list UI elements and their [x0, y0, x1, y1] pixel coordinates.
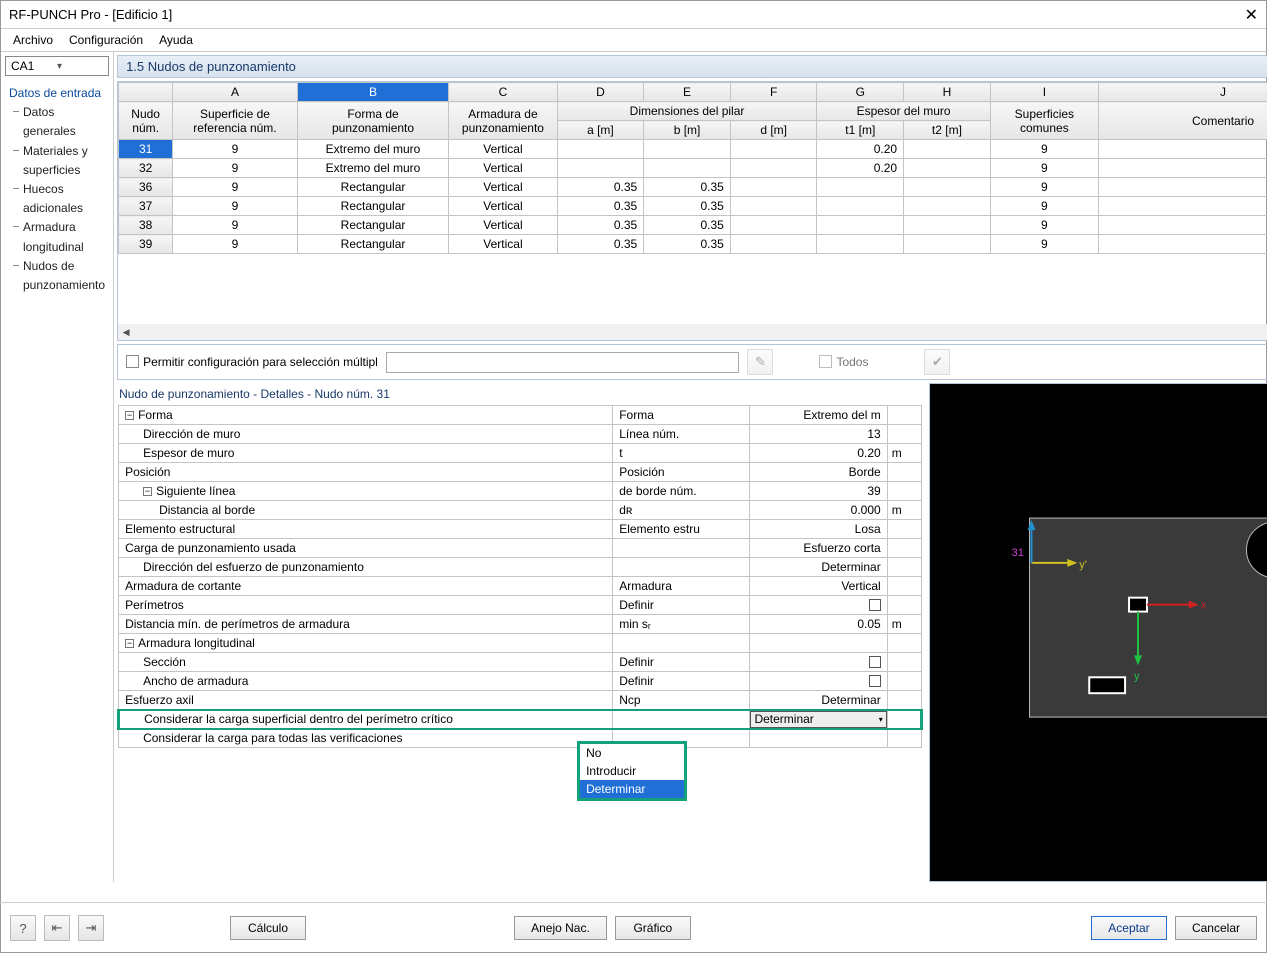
- detail-row[interactable]: Considerar la carga para todas las verif…: [119, 729, 922, 748]
- dropdown-option[interactable]: Determinar: [580, 780, 684, 798]
- aceptar-button[interactable]: Aceptar: [1091, 916, 1167, 940]
- detail-row[interactable]: −FormaFormaExtremo del m: [119, 406, 922, 425]
- detail-row[interactable]: SecciónDefinir: [119, 653, 922, 672]
- details-table[interactable]: −FormaFormaExtremo del mDirección de mur…: [117, 405, 923, 748]
- determinar-dropdown-list[interactable]: NoIntroducirDeterminar: [577, 741, 687, 801]
- dropdown-option[interactable]: No: [580, 744, 684, 762]
- todos-checkbox[interactable]: Todos: [819, 355, 868, 369]
- nav-tree: Datos de entrada Datos generales Materia…: [1, 80, 113, 299]
- import-icon[interactable]: ⇤: [44, 915, 70, 941]
- svg-text:y': y': [1079, 559, 1087, 571]
- window-title: RF-PUNCH Pro - [Edificio 1]: [9, 7, 1245, 22]
- tree-item-huecos[interactable]: Huecos adicionales: [9, 180, 105, 218]
- detail-row[interactable]: Ancho de armaduraDefinir: [119, 672, 922, 691]
- dropdown-option[interactable]: Introducir: [580, 762, 684, 780]
- check-icon: ✔: [924, 349, 950, 375]
- tree-item-nudos[interactable]: Nudos de punzonamiento: [9, 257, 105, 295]
- tree-root[interactable]: Datos de entrada: [9, 84, 105, 103]
- table-row[interactable]: 369RectangularVertical0.350.359: [119, 178, 1267, 197]
- preview-panel[interactable]: x y y' 31 👁 ⤢: [929, 383, 1267, 882]
- tree-item-armadura-long[interactable]: Armadura longitudinal: [9, 218, 105, 256]
- svg-text:31: 31: [1012, 547, 1024, 559]
- menu-config[interactable]: Configuración: [69, 33, 143, 47]
- determinar-dropdown[interactable]: Determinar▾: [750, 711, 886, 728]
- detail-row[interactable]: Espesor de murot0.20m: [119, 444, 922, 463]
- detail-row[interactable]: Dirección de muroLínea núm.13: [119, 425, 922, 444]
- detail-row[interactable]: −Armadura longitudinal: [119, 634, 922, 653]
- detail-row[interactable]: Considerar la carga superficial dentro d…: [119, 710, 922, 729]
- details-title: Nudo de punzonamiento - Detalles - Nudo …: [117, 383, 923, 405]
- export-icon[interactable]: ⇥: [78, 915, 104, 941]
- scroll-left-icon[interactable]: ◀: [118, 324, 134, 340]
- detail-row[interactable]: Dirección del esfuerzo de punzonamientoD…: [119, 558, 922, 577]
- detail-row[interactable]: Armadura de cortanteArmaduraVertical: [119, 577, 922, 596]
- window-close-button[interactable]: ✕: [1245, 5, 1258, 25]
- table-row[interactable]: 389RectangularVertical0.350.359: [119, 216, 1267, 235]
- detail-row[interactable]: Distancia al bordedʀ0.000m: [119, 501, 922, 520]
- main-table[interactable]: ABCDEFGHIJNudonúm. Superficie dereferenc…: [118, 82, 1267, 254]
- svg-text:x: x: [1201, 600, 1207, 612]
- detail-row[interactable]: Elemento estructuralElemento estruLosa: [119, 520, 922, 539]
- table-row[interactable]: 379RectangularVertical0.350.359: [119, 197, 1267, 216]
- horizontal-scrollbar[interactable]: ◀ ▶: [118, 324, 1267, 340]
- multi-select-input[interactable]: [386, 352, 740, 373]
- table-row[interactable]: 329Extremo del muroVertical0.209: [119, 159, 1267, 178]
- detail-row[interactable]: Distancia mín. de perímetros de armadura…: [119, 615, 922, 634]
- menu-help[interactable]: Ayuda: [159, 33, 193, 47]
- detail-row[interactable]: PerímetrosDefinir: [119, 596, 922, 615]
- detail-row[interactable]: −Siguiente líneade borde núm.39: [119, 482, 922, 501]
- svg-text:y: y: [1134, 670, 1140, 682]
- multi-select-checkbox[interactable]: Permitir configuración para selección mú…: [126, 355, 378, 369]
- detail-row[interactable]: Carga de punzonamiento usadaEsfuerzo cor…: [119, 539, 922, 558]
- detail-row[interactable]: Esfuerzo axilNcpDeterminar: [119, 691, 922, 710]
- pick-icon: ✎: [747, 349, 773, 375]
- grafico-button[interactable]: Gráfico: [615, 916, 691, 940]
- help-icon[interactable]: ?: [10, 915, 36, 941]
- case-combo[interactable]: CA1 ▾: [5, 56, 109, 76]
- section-title: 1.5 Nudos de punzonamiento: [117, 55, 1267, 78]
- detail-row[interactable]: PosiciónPosiciónBorde: [119, 463, 922, 482]
- menu-file[interactable]: Archivo: [13, 33, 53, 47]
- tree-item-datos-generales[interactable]: Datos generales: [9, 103, 105, 141]
- cancelar-button[interactable]: Cancelar: [1175, 916, 1257, 940]
- calculo-button[interactable]: Cálculo: [230, 916, 306, 940]
- anejo-button[interactable]: Anejo Nac.: [514, 916, 607, 940]
- chevron-down-icon: ▾: [57, 61, 103, 72]
- tree-item-materiales[interactable]: Materiales y superficies: [9, 142, 105, 180]
- table-row[interactable]: 399RectangularVertical0.350.359: [119, 235, 1267, 254]
- table-row[interactable]: 319Extremo del muroVertical0.209: [119, 140, 1267, 159]
